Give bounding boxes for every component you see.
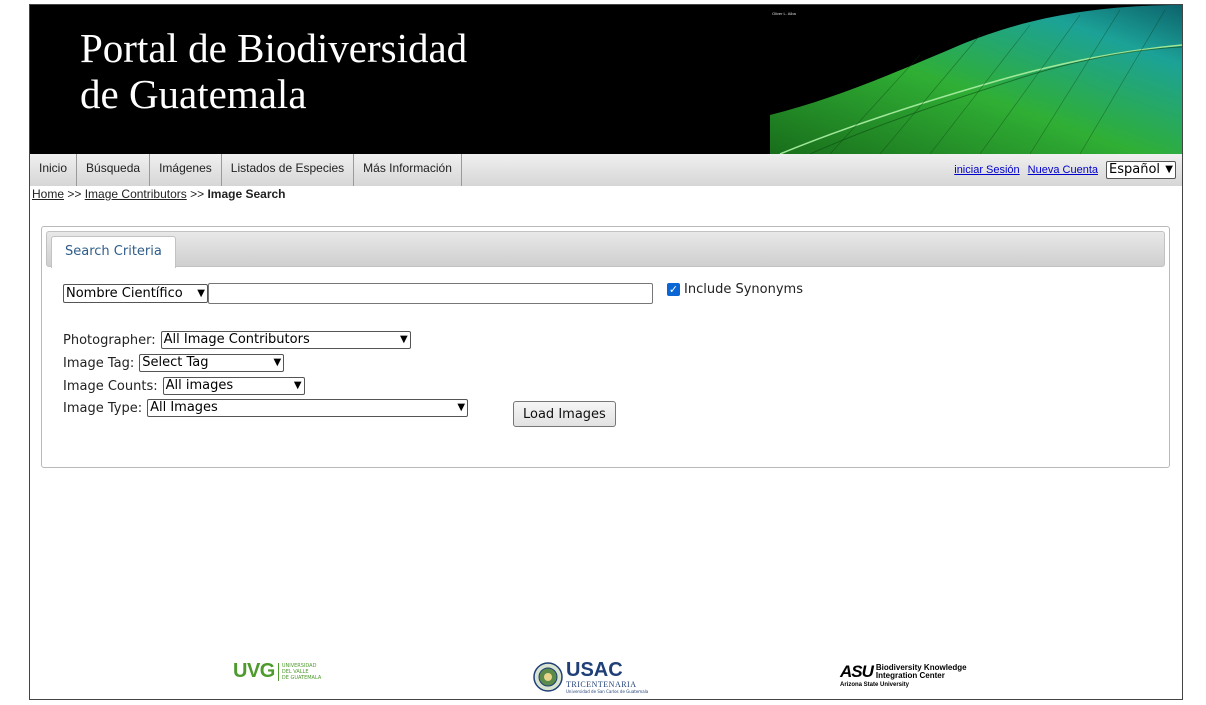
- photographer-value: All Image Contributors: [163, 332, 310, 347]
- asu-logo-block: ASU Biodiversity Knowledge Integration C…: [840, 662, 967, 688]
- image-type-label: Image Type:: [63, 400, 143, 416]
- login-link[interactable]: iniciar Sesión: [954, 164, 1019, 176]
- image-type-value: All Images: [150, 400, 218, 415]
- biokic-logo-text-line-2: Integration Center: [875, 671, 945, 680]
- chevron-down-icon: ▼: [197, 287, 205, 299]
- chevron-down-icon: ▼: [457, 402, 466, 413]
- load-row: Load Images: [513, 401, 616, 427]
- uvg-logo-text: UNIVERSIDAD DEL VALLE DE GUATEMALA: [277, 662, 322, 681]
- usac-logo: USAC TRICENTENARIA Universidad de San Ca…: [533, 660, 648, 694]
- chevron-down-icon: ▼: [293, 380, 302, 391]
- asu-logo-mark: ASU: [840, 662, 874, 681]
- chevron-down-icon: ▼: [399, 334, 408, 345]
- search-panel: Search Criteria Nombre Científico ▼ ✓ In…: [41, 226, 1170, 468]
- site-title: Portal de Biodiversidad de Guatemala: [80, 25, 467, 117]
- menu-item-mas-informacion[interactable]: Más Información: [354, 154, 462, 186]
- breadcrumb-current: Image Search: [207, 187, 286, 201]
- taxon-input[interactable]: [208, 283, 653, 304]
- uvg-logo: UVG UNIVERSIDAD DEL VALLE DE GUATEMALA: [233, 660, 321, 683]
- account-links: iniciar Sesión Nueva Cuenta Español ▼: [954, 161, 1176, 179]
- uvg-logo-text-line-3: DE GUATEMALA: [281, 674, 322, 681]
- image-type-select[interactable]: All Images ▼: [147, 399, 469, 417]
- photographer-select[interactable]: All Image Contributors ▼: [160, 331, 411, 349]
- image-counts-label: Image Counts:: [63, 378, 158, 394]
- name-type-select[interactable]: Nombre Científico ▼: [63, 284, 208, 303]
- breadcrumb-image-contributors[interactable]: Image Contributors: [85, 187, 187, 201]
- uvg-logo-mark: UVG: [233, 660, 275, 682]
- language-select-value: Español: [1109, 162, 1161, 177]
- usac-seal-icon: [533, 662, 563, 692]
- language-select[interactable]: Español ▼: [1106, 161, 1176, 179]
- asu-logo-subtitle: Arizona State University: [840, 682, 910, 688]
- breadcrumb: Home >> Image Contributors >> Image Sear…: [32, 187, 286, 201]
- image-tag-row: Image Tag: Select Tag ▼: [63, 354, 285, 372]
- photographer-label: Photographer:: [63, 332, 156, 348]
- synonyms-option: ✓ Include Synonyms: [667, 282, 803, 297]
- breadcrumb-separator: >>: [67, 187, 82, 201]
- image-counts-select[interactable]: All images ▼: [162, 377, 305, 395]
- tab-bar: Search Criteria: [46, 231, 1165, 268]
- photographer-row: Photographer: All Image Contributors ▼: [63, 331, 411, 349]
- menu-item-busqueda[interactable]: Búsqueda: [77, 154, 151, 186]
- page-frame: Portal de Biodiversidad de Guatemala Oli…: [29, 4, 1183, 700]
- menu-item-inicio[interactable]: Inicio: [30, 154, 78, 186]
- chevron-down-icon: ▼: [273, 357, 282, 368]
- image-counts-row: Image Counts: All images ▼: [63, 377, 305, 395]
- breadcrumb-separator: >>: [190, 187, 205, 201]
- asu-biokic-logo: ASU Biodiversity Knowledge Integration C…: [840, 662, 967, 688]
- quetzal-feather-image: [770, 5, 1182, 154]
- biokic-logo-text: Biodiversity Knowledge Integration Cente…: [876, 664, 967, 680]
- image-tag-label: Image Tag:: [63, 355, 135, 371]
- include-synonyms-checkbox[interactable]: ✓: [667, 283, 680, 296]
- image-counts-value: All images: [165, 378, 234, 393]
- tab-search-criteria[interactable]: Search Criteria: [51, 236, 176, 268]
- uvg-logo-text-line-1: UNIVERSIDAD: [281, 662, 317, 669]
- usac-logo-text: USAC TRICENTENARIA Universidad de San Ca…: [566, 660, 648, 694]
- taxon-row: Nombre Científico ▼: [63, 283, 653, 304]
- image-tag-value: Select Tag: [142, 355, 209, 370]
- new-account-link[interactable]: Nueva Cuenta: [1028, 164, 1098, 176]
- breadcrumb-home[interactable]: Home: [32, 187, 64, 201]
- menu-item-listados-de-especies[interactable]: Listados de Especies: [222, 154, 355, 186]
- site-title-line-2: de Guatemala: [80, 71, 307, 117]
- usac-logo-mark: USAC: [566, 659, 623, 681]
- header-banner: Portal de Biodiversidad de Guatemala Oli…: [30, 5, 1182, 154]
- load-images-button[interactable]: Load Images: [513, 401, 616, 427]
- main-menu: Inicio Búsqueda Imágenes Listados de Esp…: [30, 154, 1182, 186]
- image-tag-select[interactable]: Select Tag ▼: [139, 354, 285, 372]
- site-title-line-1: Portal de Biodiversidad: [80, 25, 468, 71]
- image-type-row: Image Type: All Images ▼: [63, 399, 469, 417]
- usac-logo-subtitle-2: Universidad de San Carlos de Guatemala: [566, 689, 649, 694]
- usac-logo-subtitle: TRICENTENARIA: [566, 680, 637, 689]
- include-synonyms-label: Include Synonyms: [684, 282, 803, 297]
- name-type-value: Nombre Científico: [66, 285, 183, 301]
- menu-item-imagenes[interactable]: Imágenes: [150, 154, 222, 186]
- chevron-down-icon: ▼: [1165, 164, 1173, 175]
